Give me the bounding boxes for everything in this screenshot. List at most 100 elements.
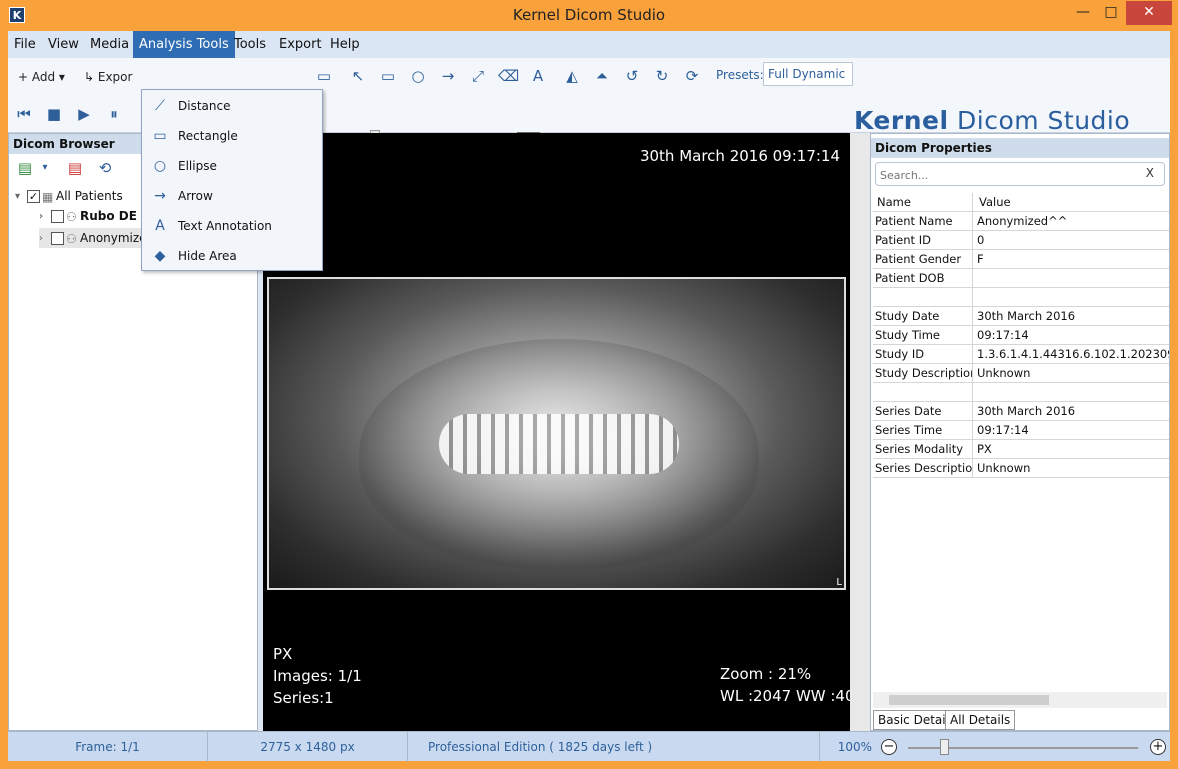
property-value: F [977, 252, 984, 266]
property-value: Unknown [977, 366, 1031, 380]
menu-item-ellipse[interactable]: ○ Ellipse [142, 151, 322, 181]
checkbox[interactable]: ✓ [27, 190, 40, 203]
viewer-scrollbar[interactable] [850, 133, 870, 731]
menu-item-arrow[interactable]: → Arrow [142, 181, 322, 211]
table-row[interactable] [873, 288, 1169, 307]
property-value: Unknown [977, 461, 1031, 475]
chevron-right-icon[interactable]: › [39, 229, 51, 249]
menu-file[interactable]: File [8, 31, 42, 58]
add-button[interactable]: + Add ▾ [18, 66, 65, 88]
table-row[interactable]: Patient DOB [873, 269, 1169, 288]
menu-item-text-annotation[interactable]: A Text Annotation [142, 211, 322, 241]
stop-icon[interactable]: ■ [44, 104, 64, 124]
property-name [873, 288, 973, 306]
image-viewer[interactable]: 30th March 2016 09:17:14 L PX Images: 1/… [263, 133, 850, 731]
presets-select[interactable]: Full Dynamic [763, 62, 853, 86]
checkbox[interactable] [51, 232, 64, 245]
column-header-value[interactable]: Value [975, 193, 1169, 211]
checkbox[interactable] [51, 210, 64, 223]
reset-icon[interactable]: ⟳ [682, 66, 702, 86]
images-overlay: Images: 1/1 [273, 667, 362, 685]
property-name: Patient Name [873, 212, 973, 230]
tab-all-details[interactable]: All Details [945, 710, 1016, 730]
table-row[interactable]: Series Modality PX [873, 440, 1169, 459]
table-row[interactable]: Patient Gender F [873, 250, 1169, 269]
eraser-tool-icon[interactable]: ⌫ [498, 66, 519, 86]
tab-basic-detail[interactable]: Basic Detail [873, 710, 954, 730]
tree-root[interactable]: ▾ ✓ ▦ All Patients [15, 186, 123, 206]
property-name: Series Date [873, 402, 973, 420]
close-button[interactable]: ✕ [1126, 1, 1172, 25]
refresh-icon[interactable]: ⟲ [95, 158, 115, 178]
property-value: 1.3.6.1.4.1.44316.6.102.1.202309138 [977, 347, 1169, 361]
table-row[interactable]: Study Date 30th March 2016 [873, 307, 1169, 326]
column-header-name[interactable]: Name [873, 193, 973, 211]
horizontal-scrollbar[interactable] [873, 692, 1167, 708]
minimize-button[interactable]: — [1070, 1, 1096, 25]
zoom-slider-thumb[interactable] [940, 739, 949, 755]
table-row[interactable]: Study Description Unknown [873, 364, 1169, 383]
dicom-properties-title: Dicom Properties [871, 138, 1169, 158]
monitor-icon[interactable]: ▭ [314, 66, 334, 86]
property-name: Patient Gender [873, 250, 973, 268]
modality-overlay: PX [273, 645, 293, 663]
maximize-button[interactable]: □ [1098, 1, 1124, 25]
add-file-icon[interactable]: ▤ [15, 158, 35, 178]
table-row[interactable]: Patient Name Anonymized^^ [873, 212, 1169, 231]
menu-item-hide-area[interactable]: ◆ Hide Area [142, 241, 322, 271]
table-row[interactable]: Series Time 09:17:14 [873, 421, 1169, 440]
rotate-left-icon[interactable]: ↺ [622, 66, 642, 86]
flip-horizontal-icon[interactable]: ◭ [562, 66, 582, 86]
table-row[interactable]: Patient ID 0 [873, 231, 1169, 250]
xray-image[interactable]: L [267, 277, 846, 590]
menu-export[interactable]: Export [273, 31, 328, 58]
zoom-in-button[interactable]: + [1150, 739, 1166, 755]
property-name: Patient ID [873, 231, 973, 249]
play-icon[interactable]: ▶ [74, 104, 94, 124]
ellipse-tool-icon[interactable]: ○ [408, 66, 428, 86]
menu-bar: File View Media Analysis Tools Tools Exp… [8, 31, 1170, 58]
table-row[interactable]: Series Date 30th March 2016 [873, 402, 1169, 421]
menu-item-distance[interactable]: ⟋ Distance [142, 91, 322, 121]
series-overlay: Series:1 [273, 689, 334, 707]
pause-icon[interactable]: ⏸ [104, 104, 124, 124]
chevron-right-icon[interactable]: › [39, 207, 51, 227]
property-name: Patient DOB [873, 269, 973, 287]
text-tool-icon[interactable]: A [528, 66, 548, 86]
chevron-down-icon[interactable]: ▾ [15, 187, 27, 207]
search-input[interactable] [880, 166, 1140, 184]
orientation-mark: L [836, 577, 842, 588]
zoom-out-button[interactable]: − [881, 739, 897, 755]
remove-file-icon[interactable]: ▤ [65, 158, 85, 178]
first-frame-icon[interactable]: ⏮ [14, 104, 34, 124]
menu-tools[interactable]: Tools [228, 31, 272, 58]
property-value: 30th March 2016 [977, 404, 1076, 418]
window-title: Kernel Dicom Studio [512, 6, 666, 24]
tree-item[interactable]: › ⚇ Rubo DE [39, 206, 137, 226]
menu-analysis-tools[interactable]: Analysis Tools [133, 31, 235, 58]
rotate-right-icon[interactable]: ↻ [652, 66, 672, 86]
scrollbar-thumb[interactable] [889, 695, 1049, 705]
arrow-tool-icon[interactable]: → [438, 66, 458, 86]
table-row[interactable]: Study Time 09:17:14 [873, 326, 1169, 345]
presets-label: Presets: [716, 68, 764, 82]
rectangle-tool-icon[interactable]: ▭ [378, 66, 398, 86]
clear-search-icon[interactable]: X [1146, 166, 1154, 180]
distance-tool-icon[interactable]: ⤢ [468, 66, 488, 86]
menu-view[interactable]: View [42, 31, 85, 58]
menu-item-rectangle[interactable]: ▭ Rectangle [142, 121, 322, 151]
flip-vertical-icon[interactable]: ⏶ [592, 66, 612, 86]
table-row[interactable]: Study ID 1.3.6.1.4.1.44316.6.102.1.202309… [873, 345, 1169, 364]
table-header: Name Value [873, 193, 1169, 212]
dropdown-arrow-icon[interactable]: ▾ [35, 158, 55, 178]
menu-media[interactable]: Media [84, 31, 135, 58]
status-zoom: 100% [837, 740, 872, 754]
menu-help[interactable]: Help [324, 31, 366, 58]
properties-search[interactable]: X [875, 162, 1165, 186]
pointer-icon[interactable]: ↖ [348, 66, 368, 86]
table-row[interactable] [873, 383, 1169, 402]
table-row[interactable]: Series Description Unknown [873, 459, 1169, 478]
property-name: Series Description [873, 459, 973, 477]
export-button[interactable]: ↳ Expor [84, 66, 132, 88]
study-datetime-overlay: 30th March 2016 09:17:14 [639, 147, 840, 165]
